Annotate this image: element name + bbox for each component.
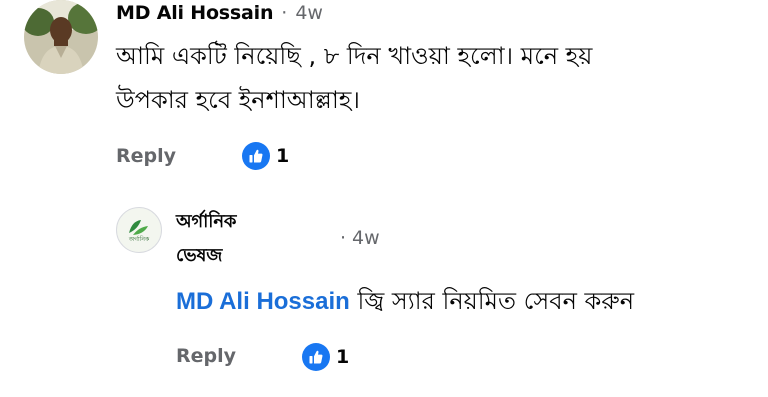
- reply-button[interactable]: Reply: [176, 345, 236, 367]
- reply-author-line-2[interactable]: ভেষজ: [176, 241, 222, 272]
- reply-text-content: জ্বি স্যার নিয়মিত সেবন করুন: [357, 287, 635, 315]
- thumbs-up-icon: [242, 142, 270, 170]
- thumbs-up-icon: [302, 343, 330, 371]
- mention-link[interactable]: MD Ali Hossain: [176, 288, 350, 315]
- comment-header: MD Ali Hossain · 4w: [116, 2, 323, 24]
- like-reaction[interactable]: 1: [242, 142, 289, 170]
- svg-text:অর্গানিক: অর্গানিক: [128, 236, 150, 243]
- avatar-photo: [24, 0, 98, 74]
- like-count: 1: [276, 145, 290, 167]
- like-reaction[interactable]: 1: [302, 343, 349, 371]
- comment: MD Ali Hossain · 4w আমি একটি নিয়েছি , ৮…: [0, 0, 768, 190]
- comment-text-line-2: উপকার হবে ইনশাআল্লাহ।: [116, 86, 360, 114]
- meta-separator: ·: [281, 2, 288, 24]
- reply-text: MD Ali Hossain জ্বি স্যার নিয়মিত সেবন ক…: [176, 279, 756, 324]
- like-count: 1: [336, 346, 350, 368]
- organic-logo: অর্গানিক: [128, 220, 150, 243]
- comment-age[interactable]: 4w: [295, 2, 323, 24]
- page-avatar[interactable]: অর্গানিক: [116, 207, 162, 253]
- reply-comment: অর্গানিক অর্গানিক ভেষজ · 4w MD Ali Hossa…: [0, 195, 768, 397]
- meta-separator: ·: [340, 227, 347, 249]
- reply-author-line-1[interactable]: অর্গানিক: [176, 207, 236, 238]
- reply-meta: · 4w: [340, 227, 380, 249]
- reply-button[interactable]: Reply: [116, 145, 176, 167]
- reply-age[interactable]: 4w: [352, 227, 380, 249]
- comment-author[interactable]: MD Ali Hossain: [116, 2, 273, 24]
- avatar[interactable]: [24, 0, 98, 74]
- comment-text-line-1: আমি একটি নিয়েছি , ৮ দিন খাওয়া হলো। মনে…: [116, 42, 593, 70]
